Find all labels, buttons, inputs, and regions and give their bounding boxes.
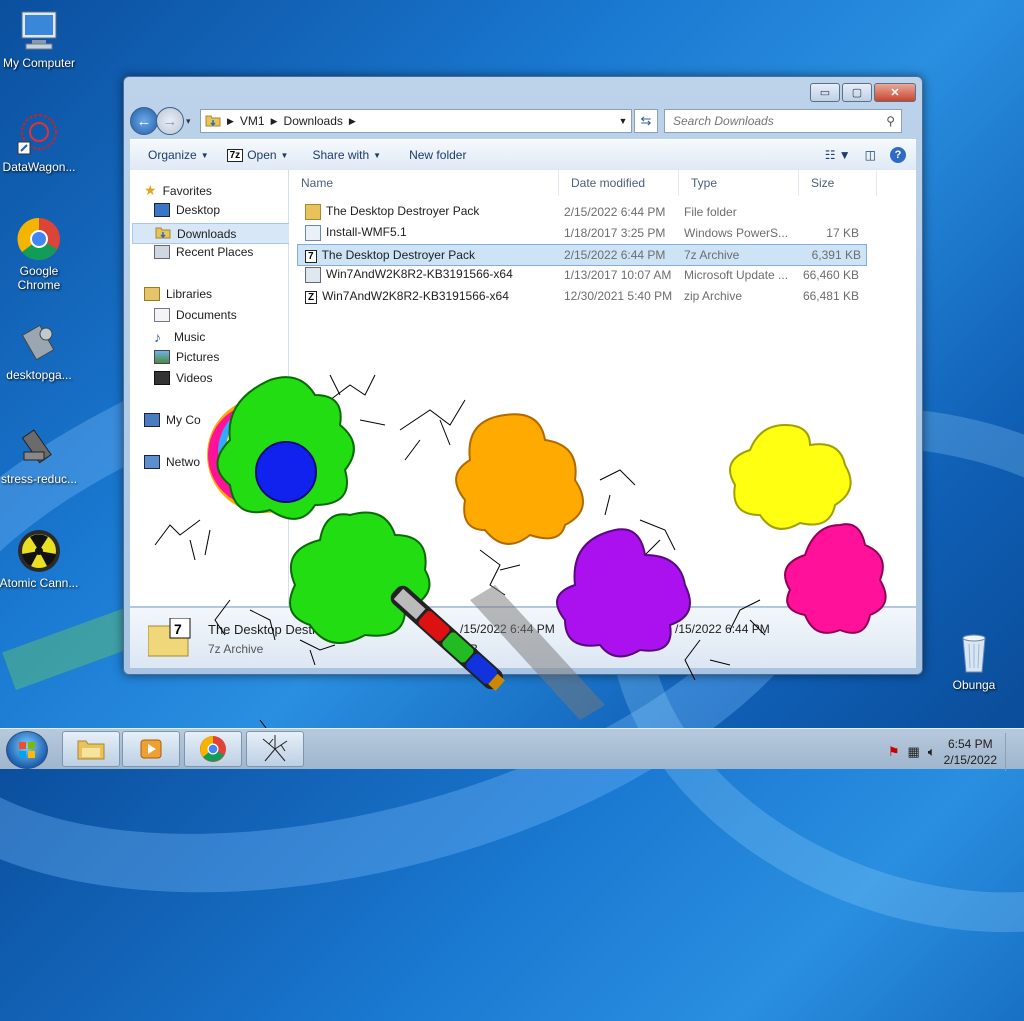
pink-splat	[784, 523, 887, 634]
taskbar-desktop-destroyer-button[interactable]	[246, 731, 304, 767]
chrome-icon	[200, 736, 226, 762]
purple-splat	[556, 528, 691, 658]
taskbar-media-player-button[interactable]	[122, 731, 180, 767]
cracked-glass-icon	[262, 735, 288, 762]
media-player-icon	[140, 739, 162, 759]
explorer-icon	[77, 740, 105, 760]
green-splat	[289, 511, 431, 644]
start-button[interactable]	[6, 731, 48, 769]
taskbar-chrome-button[interactable]	[184, 731, 242, 767]
windows-logo-icon	[19, 742, 35, 758]
taskbar: ⚑ ▦ 🔈︎ 6:54 PM 2/15/2022	[0, 728, 1024, 771]
blue-splat	[255, 441, 317, 503]
paint-splat-cluster	[207, 376, 355, 531]
network-status-icon[interactable]: ▦	[908, 744, 920, 760]
taskbar-explorer-button[interactable]	[62, 731, 120, 767]
orange-splat	[455, 413, 584, 545]
show-desktop-button[interactable]	[1005, 733, 1016, 771]
volume-icon[interactable]: 🔈︎	[928, 744, 936, 760]
clock-time: 6:54 PM	[947, 737, 993, 751]
system-clock[interactable]: 6:54 PM 2/15/2022	[944, 736, 997, 768]
desktop-destroyer-overlay	[154, 374, 887, 761]
system-tray: ⚑ ▦ 🔈︎ 6:54 PM 2/15/2022	[888, 733, 1016, 771]
clock-date: 2/15/2022	[943, 753, 997, 767]
yellow-splat	[729, 423, 852, 530]
action-center-flag-icon[interactable]: ⚑	[888, 744, 900, 760]
